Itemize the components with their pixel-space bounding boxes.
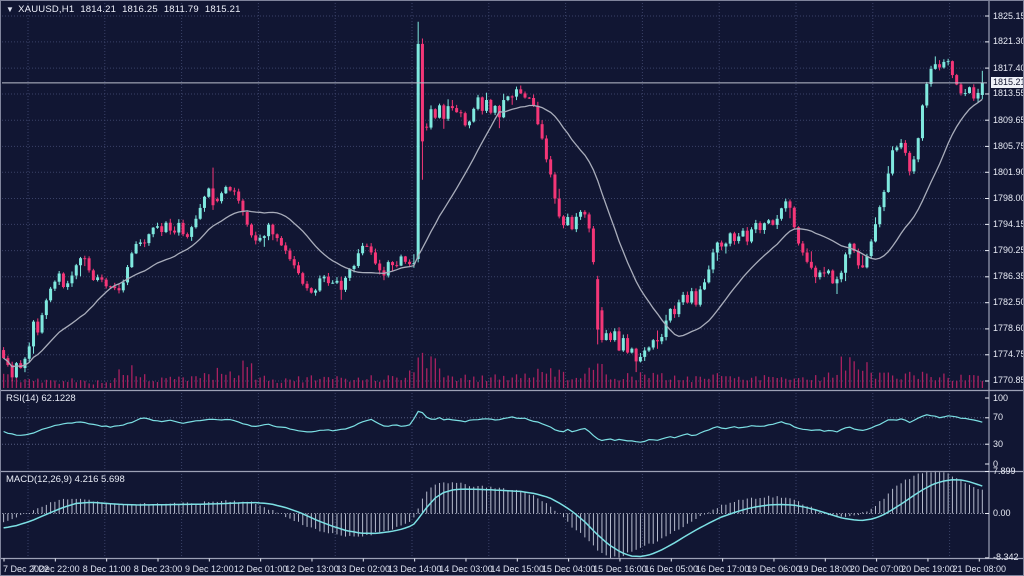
chart-canvas[interactable] bbox=[1, 1, 1024, 576]
time-axis-label: 12 Dec 01:00 bbox=[234, 564, 288, 574]
axis-ticks bbox=[4, 16, 989, 562]
chevron-down-icon[interactable]: ▼ bbox=[6, 5, 14, 14]
candles-layer bbox=[2, 22, 984, 382]
volume-layer bbox=[3, 353, 983, 388]
price-axis-label: 1805.75 bbox=[993, 142, 1024, 151]
symbol-timeframe: XAUUSD,H1 bbox=[18, 4, 74, 15]
ohlc-open: 1814.21 bbox=[80, 4, 116, 15]
rsi-indicator-label: RSI(14) 62.1228 bbox=[6, 393, 76, 404]
price-axis-label: 1821.30 bbox=[993, 37, 1024, 46]
rsi-value: 62.1228 bbox=[41, 393, 75, 404]
macd-values: 4.216 5.698 bbox=[75, 474, 125, 485]
time-axis-label: 21 Dec 08:00 bbox=[952, 564, 1006, 574]
price-axis-label: 1786.35 bbox=[993, 272, 1024, 281]
ohlc-high: 1816.25 bbox=[122, 4, 158, 15]
rsi-axis-label: 100 bbox=[993, 394, 1008, 403]
macd-axis-label: 0.00 bbox=[993, 509, 1011, 518]
time-axis-label: 8 Dec 11:00 bbox=[83, 564, 131, 574]
ohlc-close: 1815.21 bbox=[205, 4, 241, 15]
macd-indicator-label: MACD(12,26,9) 4.216 5.698 bbox=[6, 474, 125, 485]
price-axis-label: 1801.90 bbox=[993, 168, 1024, 177]
price-axis-label: 1790.25 bbox=[993, 246, 1024, 255]
time-axis-label: 15 Dec 16:00 bbox=[593, 564, 647, 574]
time-axis-label: 19 Dec 06:00 bbox=[747, 564, 801, 574]
macd-histogram bbox=[4, 471, 983, 558]
price-axis-label: 1778.60 bbox=[993, 324, 1024, 333]
price-axis-label: 1782.50 bbox=[993, 298, 1024, 307]
time-axis-label: 16 Dec 17:00 bbox=[696, 564, 750, 574]
rsi-axis-label: 70 bbox=[993, 413, 1003, 422]
time-axis-label: 20 Dec 19:00 bbox=[901, 564, 955, 574]
price-axis-label: 1817.40 bbox=[993, 64, 1024, 73]
macd-axis-label: 7.899 bbox=[993, 467, 1016, 476]
time-axis-label: 13 Dec 14:00 bbox=[388, 564, 442, 574]
macd-axis-label: -8.342 bbox=[993, 553, 1019, 562]
price-axis-label: 1770.85 bbox=[993, 376, 1024, 385]
time-axis-label: 16 Dec 05:00 bbox=[645, 564, 699, 574]
time-axis-label: 14 Dec 03:00 bbox=[439, 564, 493, 574]
grid-layer bbox=[2, 3, 987, 558]
time-axis-label: 13 Dec 02:00 bbox=[337, 564, 391, 574]
ohlc-low: 1811.79 bbox=[164, 4, 199, 15]
price-axis-label: 1813.55 bbox=[993, 89, 1024, 98]
rsi-line bbox=[4, 411, 983, 442]
time-axis-label: 12 Dec 13:00 bbox=[285, 564, 339, 574]
time-axis-label: 7 Dec 22:00 bbox=[31, 564, 80, 574]
chart-ohlc-header: ▼ XAUUSD,H1 1814.21 1816.25 1811.79 1815.21 bbox=[6, 4, 247, 15]
panel-separators bbox=[1, 1, 1024, 559]
time-axis-label: 8 Dec 23:00 bbox=[134, 564, 183, 574]
price-axis-label: 1825.15 bbox=[993, 12, 1024, 21]
price-axis-label: 1809.65 bbox=[993, 116, 1024, 125]
price-axis-label: 1774.75 bbox=[993, 350, 1024, 359]
price-axis-label: 1798.00 bbox=[993, 194, 1024, 203]
time-axis-label: 14 Dec 15:00 bbox=[491, 564, 545, 574]
time-axis-label: 19 Dec 18:00 bbox=[798, 564, 852, 574]
price-axis-label: 1794.15 bbox=[993, 220, 1024, 229]
trading-terminal-window: ▼ XAUUSD,H1 1814.21 1816.25 1811.79 1815.21 R… bbox=[0, 0, 1024, 576]
time-axis-label: 9 Dec 12:00 bbox=[185, 564, 234, 574]
rsi-axis-label: 30 bbox=[993, 440, 1003, 449]
moving-average-line bbox=[4, 99, 983, 367]
current-price-tag: 1815.21 bbox=[991, 77, 1024, 88]
time-axis-label: 15 Dec 04:00 bbox=[542, 564, 596, 574]
macd-signal-line bbox=[4, 480, 983, 557]
time-axis-label: 20 Dec 07:00 bbox=[850, 564, 904, 574]
